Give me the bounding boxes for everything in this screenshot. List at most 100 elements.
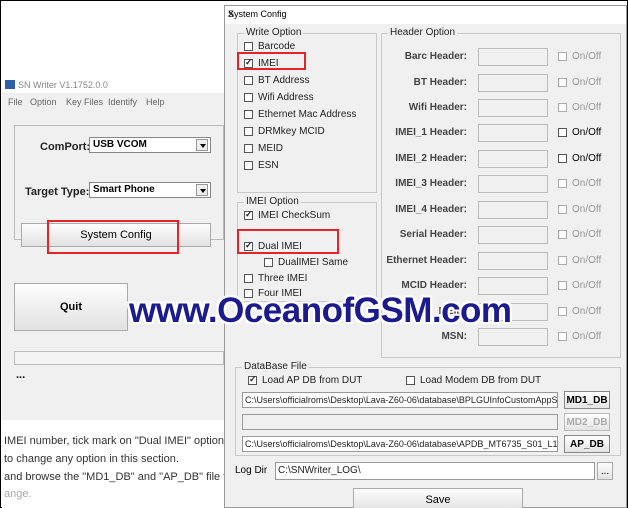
ethernet-header-toggle[interactable]: On/Off [558, 255, 601, 266]
status-dots: ... [16, 369, 26, 381]
onoff-label: On/Off [572, 77, 602, 88]
imei3-header-toggle[interactable]: On/Off [558, 178, 601, 189]
checkbox-meid-label: MEID [258, 143, 283, 154]
checkbox-barcode-label: Barcode [258, 41, 296, 52]
md1-db-path-field[interactable]: C:\Users\officialroms\Desktop\Lava-Z60-0… [242, 392, 558, 408]
checkbox-barcode[interactable]: Barcode [244, 41, 295, 52]
menu-key-files[interactable]: Key Files [66, 97, 103, 107]
msn-toggle[interactable]: On/Off [558, 331, 601, 342]
imei1-header-input[interactable] [478, 124, 548, 142]
meid-toggle[interactable]: On/Off [558, 306, 601, 317]
checkbox-three-imei-label: Three IMEI [258, 273, 308, 284]
target-type-select[interactable]: Smart Phone [89, 182, 211, 198]
menu-identify[interactable]: Identify [108, 97, 137, 107]
serial-header-label: Serial Header: [399, 229, 467, 240]
checkbox-checked-icon [244, 209, 253, 220]
onoff-label: On/Off [572, 280, 602, 291]
screenshot-frame: SN Writer V1.1752.0.0 File Option Key Fi… [0, 0, 628, 508]
mcid-header-label: MCID Header: [401, 280, 467, 291]
barc-header-label: Barc Header: [404, 51, 467, 62]
imei3-header-input[interactable] [478, 175, 548, 193]
imei4-header-toggle[interactable]: On/Off [558, 204, 601, 215]
highlight-system-config [47, 220, 179, 254]
checkbox-icon [244, 93, 253, 102]
browse-log-dir-button[interactable]: ... [597, 462, 613, 480]
database-file-title: DataBase File [242, 361, 309, 372]
menu-option[interactable]: Option [30, 97, 57, 107]
chevron-down-icon [196, 139, 208, 151]
checkbox-icon [244, 127, 253, 136]
checkbox-icon [558, 103, 567, 112]
wifi-header-label: Wifi Header: [408, 102, 467, 113]
progress-bar [14, 351, 224, 365]
checkbox-icon [406, 376, 415, 385]
checkbox-icon [558, 205, 567, 214]
checkbox-icon [558, 230, 567, 239]
checkbox-imei-checksum[interactable]: IMEI CheckSum [244, 209, 331, 221]
checkbox-imei-checksum-label: IMEI CheckSum [258, 210, 331, 221]
dialog-titlebar: System Config X [225, 6, 626, 24]
bt-header-toggle[interactable]: On/Off [558, 77, 601, 88]
checkbox-drmkey-mcid[interactable]: DRMkey MCID [244, 126, 325, 137]
imei1-header-toggle[interactable]: On/Off [558, 127, 601, 138]
barc-header-input[interactable] [478, 48, 548, 66]
onoff-label: On/Off [572, 331, 602, 342]
imei-option-title: IMEI Option [244, 196, 301, 207]
watermark: www.OceanofGSM.com [129, 291, 512, 330]
log-dir-field[interactable]: C:\SNWriter_LOG\ [275, 462, 595, 480]
menu-file[interactable]: File [8, 97, 23, 107]
mcid-header-toggle[interactable]: On/Off [558, 280, 601, 291]
checkbox-dualimei-same[interactable]: DualIMEI Same [264, 257, 348, 268]
quit-button[interactable]: Quit [14, 283, 128, 331]
sn-writer-titlebar: SN Writer V1.1752.0.0 [2, 77, 224, 93]
md2-db-button[interactable]: MD2_DB [564, 413, 610, 431]
md1-db-button[interactable]: MD1_DB [564, 391, 610, 409]
checkbox-load-ap-db[interactable]: Load AP DB from DUT [248, 374, 363, 386]
comport-select[interactable]: USB VCOM [89, 137, 211, 153]
ethernet-header-label: Ethernet Header: [386, 255, 467, 266]
checkbox-icon [558, 154, 567, 163]
checkbox-icon [244, 144, 253, 153]
ethernet-header-input[interactable] [478, 252, 548, 270]
menu-help[interactable]: Help [146, 97, 165, 107]
md2-db-path-field[interactable] [242, 414, 558, 430]
close-icon[interactable]: X [228, 9, 620, 19]
bt-header-input[interactable] [478, 74, 548, 92]
checkbox-three-imei[interactable]: Three IMEI [244, 273, 307, 284]
ap-db-path-field[interactable]: C:\Users\officialroms\Desktop\Lava-Z60-0… [242, 436, 558, 452]
checkbox-icon [244, 76, 253, 85]
checkbox-icon [244, 161, 253, 170]
bt-header-label: BT Header: [413, 77, 467, 88]
ap-db-button[interactable]: AP_DB [564, 435, 610, 453]
checkbox-wifi-address[interactable]: Wifi Address [244, 92, 314, 103]
imei2-header-input[interactable] [478, 150, 548, 168]
imei2-header-toggle[interactable]: On/Off [558, 153, 601, 164]
wifi-header-toggle[interactable]: On/Off [558, 102, 601, 113]
imei2-header-label: IMEI_2 Header: [395, 153, 467, 164]
imei4-header-label: IMEI_4 Header: [395, 204, 467, 215]
instruction-line-2: to change any option in this section. [4, 453, 179, 465]
serial-header-input[interactable] [478, 226, 548, 244]
checkbox-bt-address[interactable]: BT Address [244, 75, 310, 86]
save-button[interactable]: Save [353, 488, 523, 508]
checkbox-icon [558, 52, 567, 61]
checkbox-bt-address-label: BT Address [258, 75, 310, 86]
onoff-label: On/Off [572, 178, 602, 189]
checkbox-ethernet-mac[interactable]: Ethernet Mac Address [244, 109, 356, 120]
instruction-line-4: ange. [4, 488, 32, 500]
barc-header-toggle[interactable]: On/Off [558, 51, 601, 62]
serial-header-toggle[interactable]: On/Off [558, 229, 601, 240]
checkbox-icon [244, 42, 253, 51]
checkbox-esn[interactable]: ESN [244, 160, 279, 171]
checkbox-icon [558, 78, 567, 87]
load-ap-db-label: Load AP DB from DUT [262, 375, 363, 386]
onoff-label: On/Off [572, 51, 602, 62]
highlight-imei [237, 52, 306, 70]
header-option-title: Header Option [388, 27, 458, 38]
wifi-header-input[interactable] [478, 99, 548, 117]
instruction-line-3: and browse the "MD1_DB" and "AP_DB" file… [4, 471, 246, 483]
checkbox-load-modem-db[interactable]: Load Modem DB from DUT [406, 375, 541, 386]
imei4-header-input[interactable] [478, 201, 548, 219]
checkbox-meid[interactable]: MEID [244, 143, 283, 154]
onoff-label: On/Off [572, 127, 602, 138]
